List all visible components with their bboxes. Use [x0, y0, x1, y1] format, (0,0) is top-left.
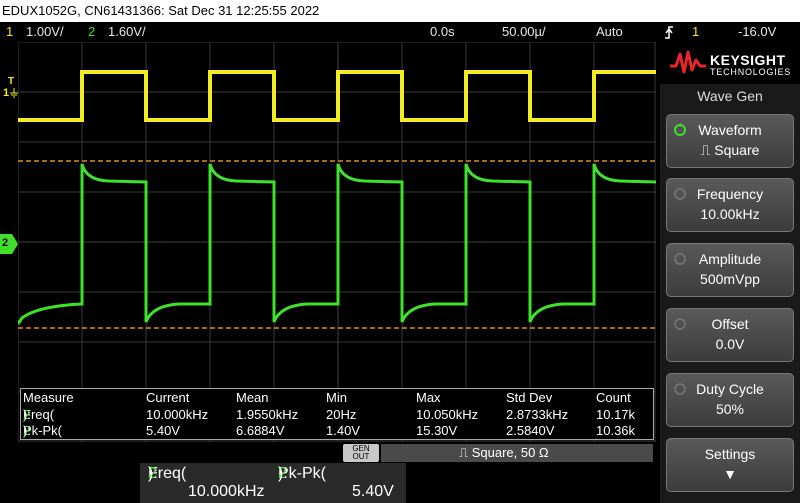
softkey-panel: KEYSIGHT TECHNOLOGIES Wave Gen Waveform … — [660, 42, 800, 503]
cell-current: 10.000kHz — [146, 407, 209, 422]
frequency-value: 10.00kHz — [700, 206, 760, 222]
cell-max: 10.050kHz — [416, 407, 479, 422]
gen-out-bottom: OUT — [352, 452, 370, 461]
header-max: Max — [416, 390, 441, 405]
cell-std-dev: 2.5840V — [506, 423, 555, 438]
quick-meas-2-close: ): — [278, 465, 288, 482]
cell-std-dev: 2.8733kHz — [506, 407, 569, 422]
ch2-scale[interactable]: 1.60V/ — [108, 22, 146, 42]
logo-sub: TECHNOLOGIES — [710, 67, 792, 77]
time-position[interactable]: 0.0s — [430, 22, 455, 42]
time-scale[interactable]: 50.00µ/ — [502, 22, 546, 42]
duty-cycle-softkey[interactable]: Duty Cycle 50% — [666, 373, 794, 427]
keysight-wave-icon — [670, 50, 706, 74]
cell-min: 20Hz — [326, 407, 357, 422]
table-row: Pk-Pk(2): 5.40V 6.6884V 1.40V 15.30V 2.5… — [21, 423, 653, 439]
ch1-number[interactable]: 1 — [6, 22, 13, 42]
amplitude-label: Amplitude — [698, 251, 762, 267]
graticule — [18, 42, 656, 442]
panel-title: Wave Gen — [697, 88, 763, 104]
ch1-scale[interactable]: 1.00V/ — [26, 22, 64, 42]
cell-current: 5.40V — [146, 423, 180, 438]
trigger-mode[interactable]: Auto — [596, 22, 623, 42]
settings-label: Settings — [704, 446, 756, 462]
waveform-value: ⎍ Square — [700, 142, 760, 158]
table-row: Freq(2): 10.000kHz 1.9550kHz 20Hz 10.050… — [21, 407, 653, 423]
offset-softkey[interactable]: Offset 0.0V — [666, 308, 794, 362]
settings-softkey[interactable]: Settings ▼ — [666, 438, 794, 492]
wavegen-status-text: ⎍ Square, 50 Ω — [459, 445, 549, 460]
keysight-logo: KEYSIGHT TECHNOLOGIES — [660, 42, 800, 84]
frequency-softkey[interactable]: Frequency 10.00kHz — [666, 178, 794, 232]
status-bar: 1 1.00V/ 2 1.60V/ 0.0s 50.00µ/ Auto 1 -1… — [0, 22, 800, 42]
amplitude-softkey[interactable]: Amplitude 500mVpp — [666, 243, 794, 297]
ch2-ground-marker[interactable]: 2 — [0, 234, 18, 254]
quick-meas-2-value: 5.40V — [352, 483, 394, 500]
header-measure: Measure — [23, 390, 74, 405]
cell-max: 15.30V — [416, 423, 458, 438]
quick-meas-1-close: ): — [148, 465, 158, 482]
ch1-trigger-label: T — [8, 76, 15, 87]
row-close: ): — [23, 407, 31, 422]
quick-measure-box: Freq(2): 10.000kHz Pk-Pk(2): 5.40V — [140, 463, 406, 503]
ch1-ground-marker[interactable]: T 1 — [2, 76, 18, 102]
header-std-dev: Std Dev — [506, 390, 553, 405]
header-mean: Mean — [236, 390, 269, 405]
trigger-source[interactable]: 1 — [692, 22, 699, 42]
duty-cycle-label: Duty Cycle — [696, 381, 764, 397]
cell-count: 10.36k — [596, 423, 636, 438]
ch2-number[interactable]: 2 — [88, 22, 95, 42]
waveform-label: Waveform — [698, 122, 762, 138]
offset-label: Offset — [711, 316, 749, 332]
row-close: ): — [23, 423, 31, 438]
amplitude-value: 500mVpp — [700, 271, 760, 287]
title-text: EDUX1052G, CN61431366: Sat Dec 31 12:25:… — [2, 3, 320, 18]
gen-out-badge: GEN OUT — [343, 444, 379, 462]
title-bar: EDUX1052G, CN61431366: Sat Dec 31 12:25:… — [0, 0, 800, 22]
waveform-softkey[interactable]: Waveform ⎍ Square — [666, 114, 794, 168]
cell-min: 1.40V — [326, 423, 360, 438]
waveform-display[interactable] — [18, 42, 656, 442]
ch2-marker-label: 2 — [2, 237, 9, 249]
quick-meas-1-value: 10.000kHz — [188, 483, 265, 500]
header-min: Min — [326, 390, 347, 405]
ch1-trace — [18, 70, 656, 122]
frequency-label: Frequency — [696, 186, 764, 202]
measure-header-row: Measure Current Mean Min Max Std Dev Cou… — [21, 390, 653, 406]
duty-cycle-value: 50% — [715, 401, 745, 417]
measurement-table: Measure Current Mean Min Max Std Dev Cou… — [20, 388, 654, 440]
submenu-arrow-icon: ▼ — [723, 466, 737, 482]
wavegen-status-bar: ⎍ Square, 50 Ω — [381, 444, 653, 462]
logo-brand: KEYSIGHT — [710, 52, 786, 68]
cell-count: 10.17k — [596, 407, 636, 422]
ch2-trace — [18, 163, 656, 325]
header-current: Current — [146, 390, 190, 405]
cell-mean: 1.9550kHz — [236, 407, 299, 422]
header-count: Count — [596, 390, 631, 405]
cell-mean: 6.6884V — [236, 423, 285, 438]
trigger-level[interactable]: -16.0V — [738, 22, 776, 42]
offset-value: 0.0V — [715, 336, 745, 352]
ch1-marker-label: 1 — [3, 87, 10, 99]
